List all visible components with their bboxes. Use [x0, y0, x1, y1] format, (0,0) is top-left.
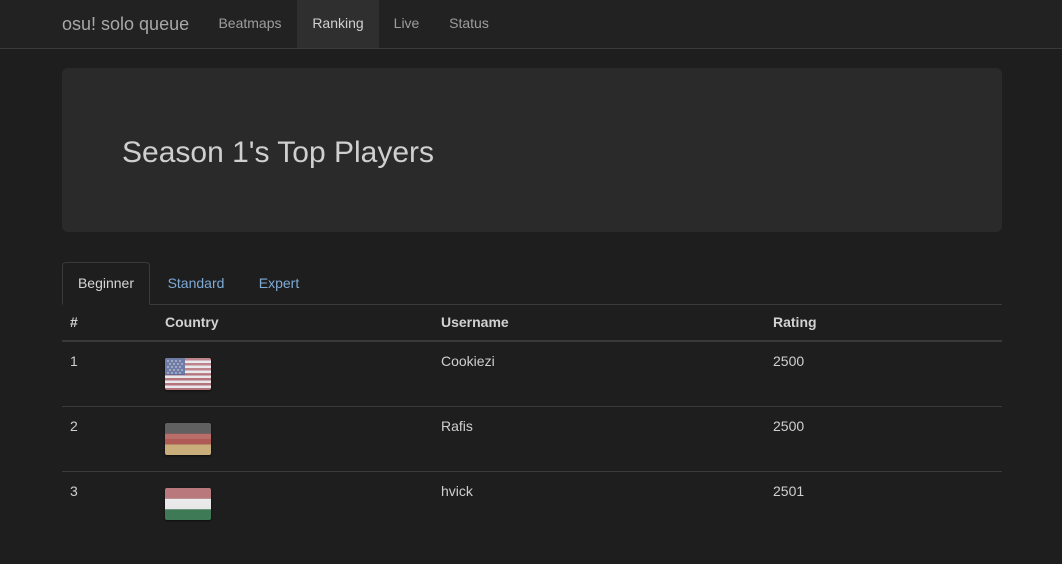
rating-cell: 2500 — [773, 418, 805, 434]
rank-cell: 3 — [70, 483, 78, 499]
tab-expert[interactable]: Expert — [248, 262, 310, 304]
username-cell: Rafis — [441, 418, 473, 434]
tab-standard[interactable]: Standard — [157, 262, 235, 304]
nav-item-live[interactable]: Live — [379, 0, 434, 48]
hero-banner: Season 1's Top Players — [62, 68, 1002, 232]
us-flag-icon — [165, 358, 211, 390]
nav-item-beatmaps[interactable]: Beatmaps — [203, 0, 297, 48]
difficulty-tabs: Beginner Standard Expert — [62, 262, 1002, 305]
tab-beginner[interactable]: Beginner — [62, 262, 150, 305]
rating-cell: 2501 — [773, 483, 805, 499]
header-country: Country — [165, 314, 219, 330]
table-row: 3 hvick 2501 — [62, 472, 1002, 536]
header-rating: Rating — [773, 314, 817, 330]
de-flag-icon — [165, 423, 211, 455]
ranking-table: # Country Username Rating 1 Cookiezi 250… — [62, 304, 1002, 536]
table-header: # Country Username Rating — [62, 304, 1002, 342]
header-rank: # — [70, 314, 78, 330]
table-row: 1 Cookiezi 2500 — [62, 342, 1002, 407]
table-row: 2 Rafis 2500 — [62, 407, 1002, 472]
page-title: Season 1's Top Players — [122, 136, 435, 169]
username-cell: hvick — [441, 483, 473, 499]
username-cell: Cookiezi — [441, 353, 495, 369]
brand-link[interactable]: osu! solo queue — [62, 12, 189, 36]
rank-cell: 2 — [70, 418, 78, 434]
nav-item-status[interactable]: Status — [434, 0, 504, 48]
hu-flag-icon — [165, 488, 211, 520]
rating-cell: 2500 — [773, 353, 805, 369]
rank-cell: 1 — [70, 353, 78, 369]
header-username: Username — [441, 314, 509, 330]
nav-item-ranking[interactable]: Ranking — [297, 0, 379, 48]
top-navbar: osu! solo queue Beatmaps Ranking Live St… — [0, 0, 1062, 49]
